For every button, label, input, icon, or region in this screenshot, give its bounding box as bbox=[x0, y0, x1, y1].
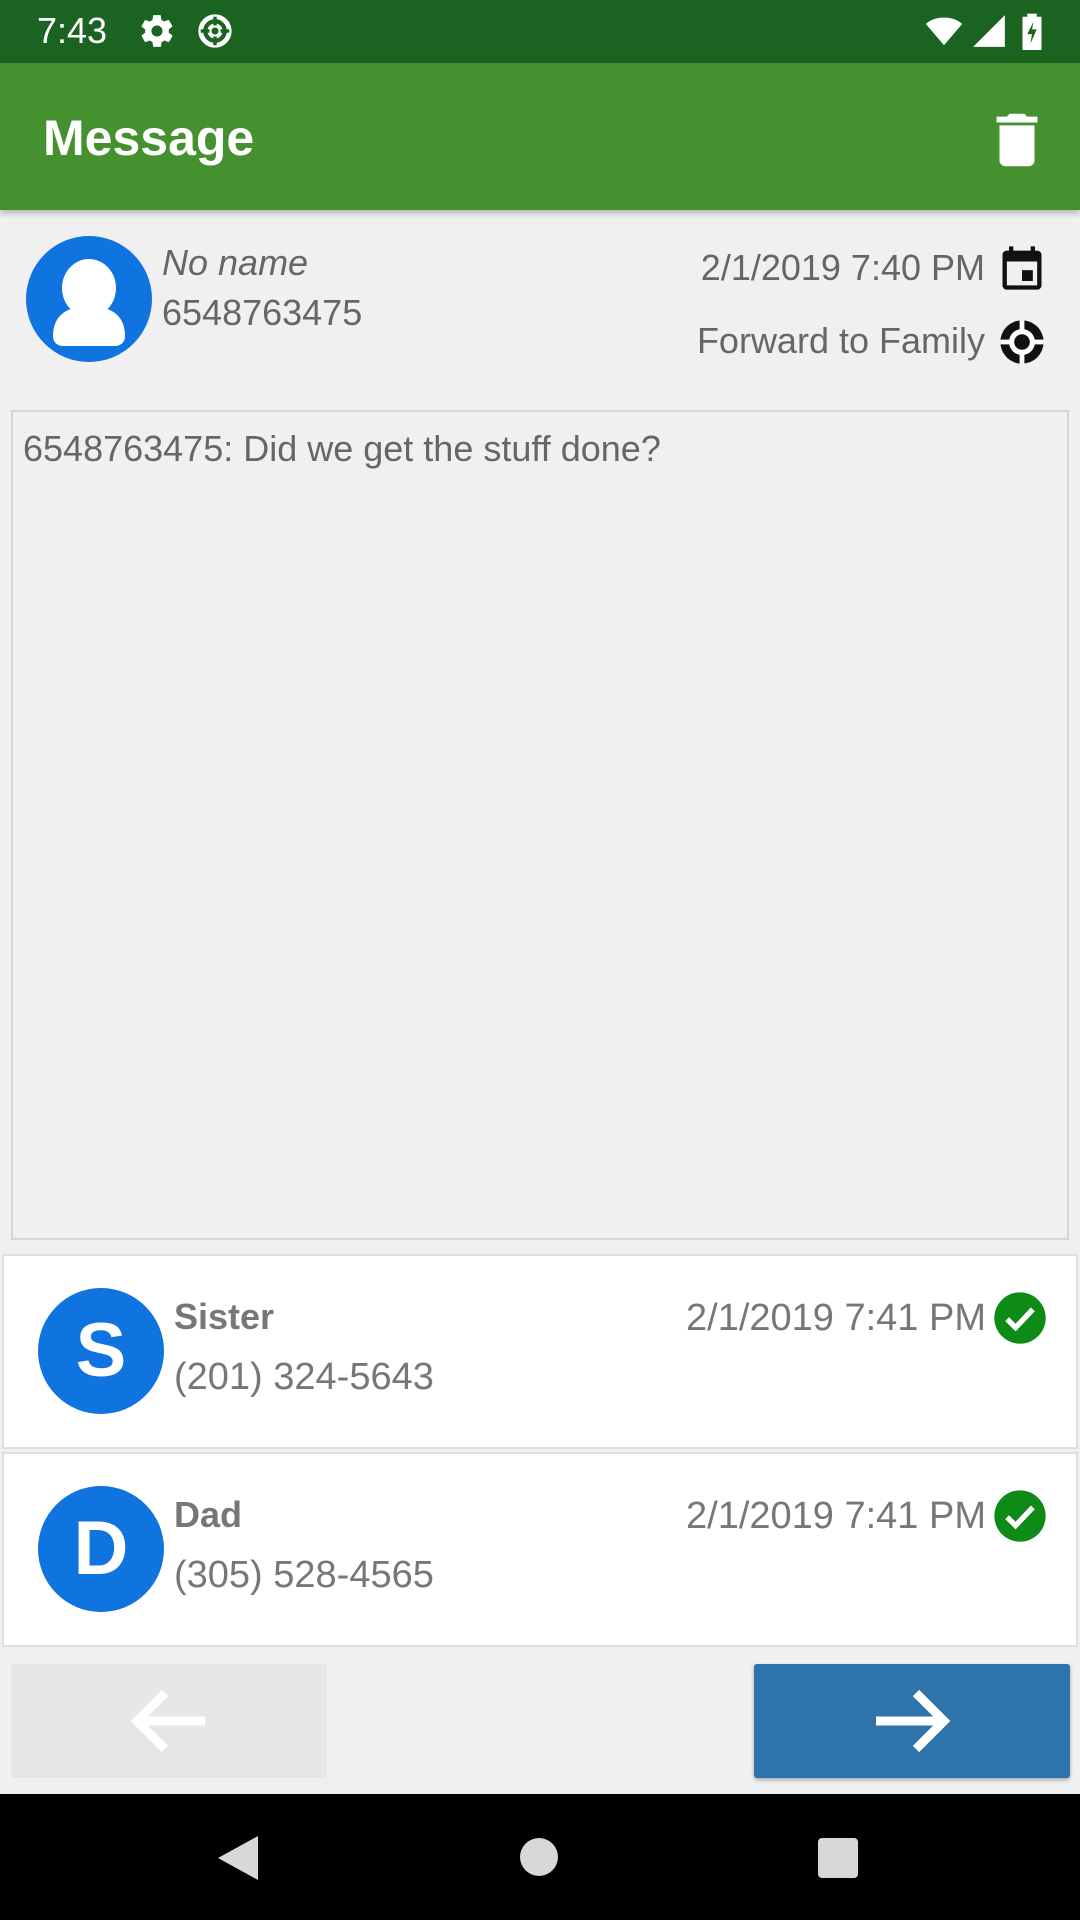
system-nav-bar bbox=[0, 1794, 1080, 1920]
recipient-avatar: S bbox=[38, 1288, 164, 1414]
message-text: 6548763475: Did we get the stuff done? bbox=[23, 428, 661, 469]
recipient-row[interactable]: S Sister (201) 324-5643 2/1/2019 7:41 PM bbox=[2, 1254, 1078, 1449]
message-body: 6548763475: Did we get the stuff done? bbox=[11, 410, 1069, 1240]
recipient-date: 2/1/2019 7:41 PM bbox=[686, 1495, 986, 1537]
person-icon bbox=[53, 259, 125, 346]
message-date: 2/1/2019 7:40 PM bbox=[700, 247, 985, 288]
sender-avatar bbox=[26, 236, 152, 362]
status-bar: 7:43 bbox=[0, 0, 1080, 63]
recipient-row[interactable]: D Dad (305) 528-4565 2/1/2019 7:41 PM bbox=[2, 1452, 1078, 1647]
back-icon[interactable] bbox=[216, 1834, 260, 1882]
sender-name: No name bbox=[162, 242, 309, 283]
next-button[interactable] bbox=[754, 1664, 1070, 1778]
lifebuoy-icon bbox=[198, 14, 232, 48]
recipient-phone: (201) 324-5643 bbox=[174, 1356, 434, 1398]
sender-number: 6548763475 bbox=[162, 292, 363, 333]
recipient-date: 2/1/2019 7:41 PM bbox=[686, 1297, 986, 1339]
arrow-left-icon bbox=[130, 1689, 205, 1753]
page-title: Message bbox=[43, 110, 255, 166]
arrow-right-icon bbox=[876, 1689, 951, 1753]
home-icon[interactable] bbox=[520, 1838, 558, 1876]
battery-charging-icon bbox=[1022, 13, 1042, 50]
check-circle-icon bbox=[994, 1490, 1046, 1542]
recipient-name: Sister bbox=[174, 1296, 275, 1337]
recents-icon[interactable] bbox=[818, 1838, 858, 1878]
settings-icon bbox=[141, 15, 173, 47]
recipient-avatar: D bbox=[38, 1486, 164, 1612]
message-header: No name 6548763475 2/1/2019 7:40 PM Forw… bbox=[0, 210, 1080, 405]
recipient-name: Dad bbox=[174, 1494, 243, 1535]
trash-icon[interactable] bbox=[982, 105, 1052, 175]
lifebuoy-icon[interactable] bbox=[996, 316, 1048, 368]
previous-button[interactable] bbox=[11, 1664, 327, 1778]
app-bar: Message bbox=[0, 63, 1080, 210]
wifi-icon bbox=[925, 17, 963, 46]
check-circle-icon bbox=[994, 1292, 1046, 1344]
status-time: 7:43 bbox=[37, 10, 108, 51]
signal-icon bbox=[973, 15, 1005, 47]
calendar-icon[interactable] bbox=[996, 240, 1048, 296]
recipient-phone: (305) 528-4565 bbox=[174, 1554, 434, 1596]
forward-label: Forward to Family bbox=[696, 320, 985, 361]
